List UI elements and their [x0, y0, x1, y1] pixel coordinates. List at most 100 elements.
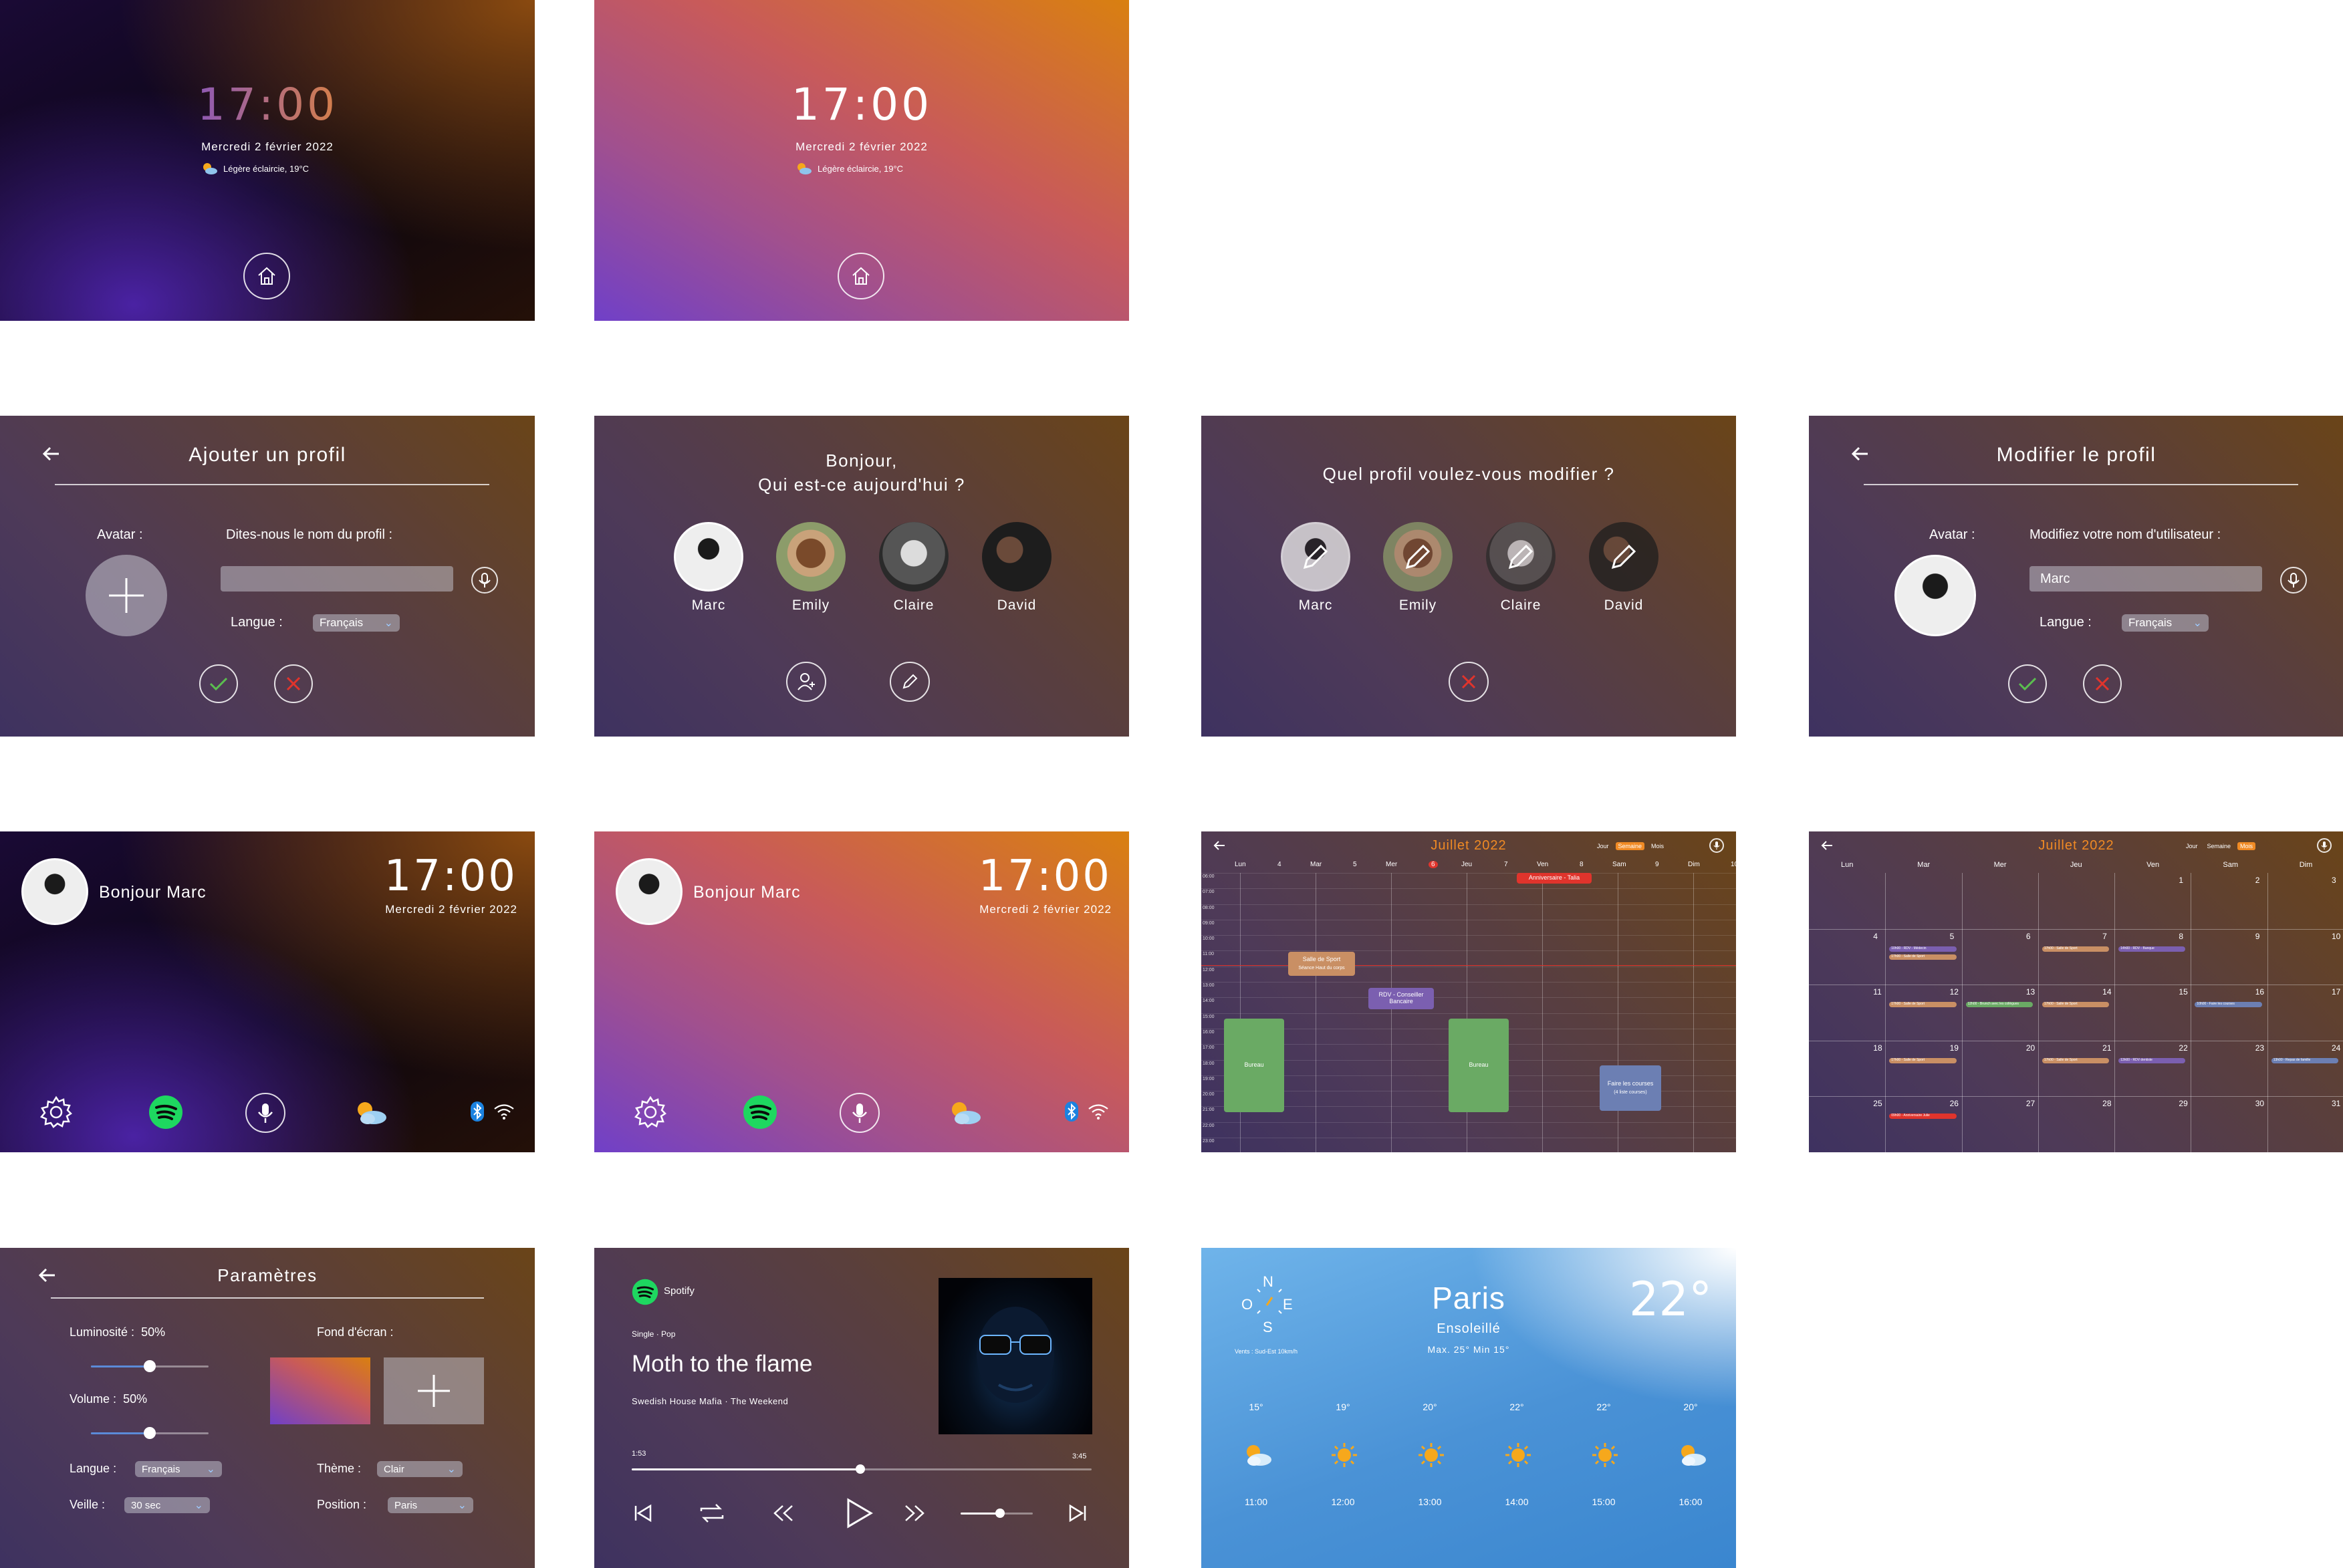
day-number[interactable]: 27: [2026, 1099, 2035, 1108]
day-number[interactable]: 12: [1950, 987, 1959, 997]
fast-forward-icon[interactable]: [903, 1503, 926, 1523]
calendar-event[interactable]: Bureau: [1449, 1019, 1509, 1112]
day-number[interactable]: 25: [1873, 1099, 1882, 1108]
skip-next-icon[interactable]: [1066, 1502, 1089, 1525]
day-number[interactable]: 10: [2332, 932, 2340, 941]
day-number[interactable]: 13: [2026, 987, 2035, 997]
day-number[interactable]: 19: [1950, 1043, 1959, 1053]
view-day-button[interactable]: Jour: [2183, 842, 2201, 850]
calendar-event[interactable]: 17h00 - Salle de Sport: [1889, 1002, 1957, 1008]
username-input[interactable]: Marc: [2029, 566, 2262, 592]
day-number[interactable]: 17: [2332, 987, 2340, 997]
home-button[interactable]: [243, 253, 290, 299]
day-number[interactable]: 5: [1950, 932, 1955, 941]
day-number[interactable]: 14: [2102, 987, 2111, 997]
day-number[interactable]: 7: [2102, 932, 2107, 941]
user-avatar[interactable]: [616, 858, 683, 925]
day-number[interactable]: 31: [2332, 1099, 2340, 1108]
calendar-event[interactable]: Bureau: [1224, 1019, 1284, 1112]
day-number[interactable]: 21: [2102, 1043, 2111, 1053]
day-number[interactable]: 11: [1873, 987, 1881, 997]
calendar-event[interactable]: 10h00 - RDV - Médecin: [1889, 946, 1957, 952]
day-number[interactable]: 18: [1873, 1043, 1882, 1053]
confirm-button[interactable]: [2008, 664, 2047, 703]
day-number[interactable]: 3: [2332, 876, 2336, 885]
calendar-event[interactable]: 14h00 - RDV - Banque: [2118, 946, 2186, 952]
progress-bar[interactable]: [632, 1464, 1092, 1474]
calendar-event[interactable]: 17h00 - Salle de Sport: [2042, 1002, 2110, 1008]
repeat-icon[interactable]: [699, 1502, 725, 1525]
day-number[interactable]: 23: [2255, 1043, 2264, 1053]
theme-select[interactable]: Clair ⌄: [377, 1461, 463, 1477]
calendar-event[interactable]: 09h00 - Anniversaire Julie: [1889, 1114, 1957, 1120]
calendar-event[interactable]: Faire les courses (4 liste courses): [1600, 1065, 1661, 1111]
calendar-event[interactable]: Anniversaire - Talia: [1517, 873, 1592, 884]
bluetooth-icon[interactable]: [1065, 1101, 1078, 1122]
day-number[interactable]: 28: [2102, 1099, 2111, 1108]
voice-assistant-button[interactable]: [840, 1093, 880, 1133]
language-select[interactable]: Français ⌄: [2122, 614, 2209, 632]
day-number[interactable]: 1: [2179, 876, 2183, 885]
day-number[interactable]: 29: [2179, 1099, 2187, 1108]
edit-profiles-button[interactable]: [890, 662, 930, 702]
day-number[interactable]: 30: [2255, 1099, 2264, 1108]
add-avatar-button[interactable]: [86, 555, 167, 636]
calendar-event[interactable]: 13h00 - Repas de famille: [2271, 1057, 2338, 1063]
profile-name-input[interactable]: [221, 566, 453, 592]
calendar-event[interactable]: 17h00 - Salle de Sport: [2042, 946, 2110, 952]
day-number[interactable]: 16: [2255, 987, 2264, 997]
volume-slider[interactable]: [961, 1509, 1033, 1518]
sleep-select[interactable]: 30 sec ⌄: [124, 1497, 210, 1513]
day-number[interactable]: 8: [2179, 932, 2183, 941]
volume-knob[interactable]: [995, 1509, 1005, 1518]
bluetooth-icon[interactable]: [471, 1101, 484, 1122]
gear-icon[interactable]: [633, 1095, 668, 1130]
calendar-event[interactable]: 17h00 - Salle de Sport: [1889, 954, 1957, 960]
rewind-icon[interactable]: [772, 1503, 795, 1523]
cancel-button[interactable]: [2083, 664, 2122, 703]
view-week-button[interactable]: Semaine: [1615, 842, 1645, 850]
view-month-button[interactable]: Mois: [2237, 842, 2256, 850]
profile-avatar-marc[interactable]: [674, 522, 743, 592]
day-number[interactable]: 20: [2026, 1043, 2035, 1053]
home-button[interactable]: [838, 253, 884, 299]
mic-button[interactable]: [1709, 838, 1724, 853]
wallpaper-option[interactable]: [270, 1357, 370, 1424]
progress-knob[interactable]: [856, 1464, 865, 1474]
calendar-event[interactable]: Salle de Sport Séance Haut du corps: [1288, 952, 1355, 976]
cloud-sun-icon[interactable]: [946, 1097, 983, 1127]
confirm-button[interactable]: [199, 664, 238, 703]
calendar-event[interactable]: 10h00 - Faire les courses: [2195, 1002, 2262, 1008]
spotify-icon[interactable]: [148, 1095, 183, 1130]
day-number[interactable]: 22: [2179, 1043, 2187, 1053]
wifi-icon[interactable]: [1088, 1103, 1109, 1120]
profile-avatar[interactable]: [1894, 555, 1976, 636]
slider-knob[interactable]: [144, 1360, 156, 1372]
language-select[interactable]: Français ⌄: [135, 1461, 222, 1477]
calendar-event[interactable]: 17h00 - Salle de Sport: [2042, 1057, 2110, 1063]
mic-button[interactable]: [471, 567, 498, 594]
volume-slider[interactable]: [91, 1427, 209, 1439]
voice-assistant-button[interactable]: [245, 1093, 285, 1133]
calendar-event[interactable]: 17h00 - Salle de Sport: [1889, 1057, 1957, 1063]
mic-button[interactable]: [2317, 838, 2332, 853]
profile-avatar-claire[interactable]: [879, 522, 949, 592]
spotify-icon[interactable]: [743, 1095, 777, 1130]
calendar-event[interactable]: 13h00 - RDV dentiste: [2118, 1057, 2186, 1063]
view-month-button[interactable]: Mois: [1648, 842, 1667, 850]
calendar-event[interactable]: 12h00 - Brunch avec les collègues: [1965, 1002, 2033, 1008]
user-avatar[interactable]: [21, 858, 88, 925]
add-wallpaper-button[interactable]: [384, 1357, 484, 1424]
day-number[interactable]: 6: [2026, 932, 2031, 941]
language-select[interactable]: Français ⌄: [313, 614, 400, 632]
cancel-button[interactable]: [1449, 662, 1489, 702]
profile-avatar-david[interactable]: [982, 522, 1052, 592]
profile-avatar-emily[interactable]: [776, 522, 846, 592]
play-icon[interactable]: [842, 1496, 875, 1530]
calendar-event[interactable]: RDV - Conseiller Bancaire: [1368, 988, 1434, 1009]
position-select[interactable]: Paris ⌄: [388, 1497, 473, 1513]
cloud-sun-icon[interactable]: [352, 1097, 389, 1127]
slider-knob[interactable]: [144, 1427, 156, 1439]
view-week-button[interactable]: Semaine: [2205, 842, 2234, 850]
day-number[interactable]: 4: [1873, 932, 1878, 941]
